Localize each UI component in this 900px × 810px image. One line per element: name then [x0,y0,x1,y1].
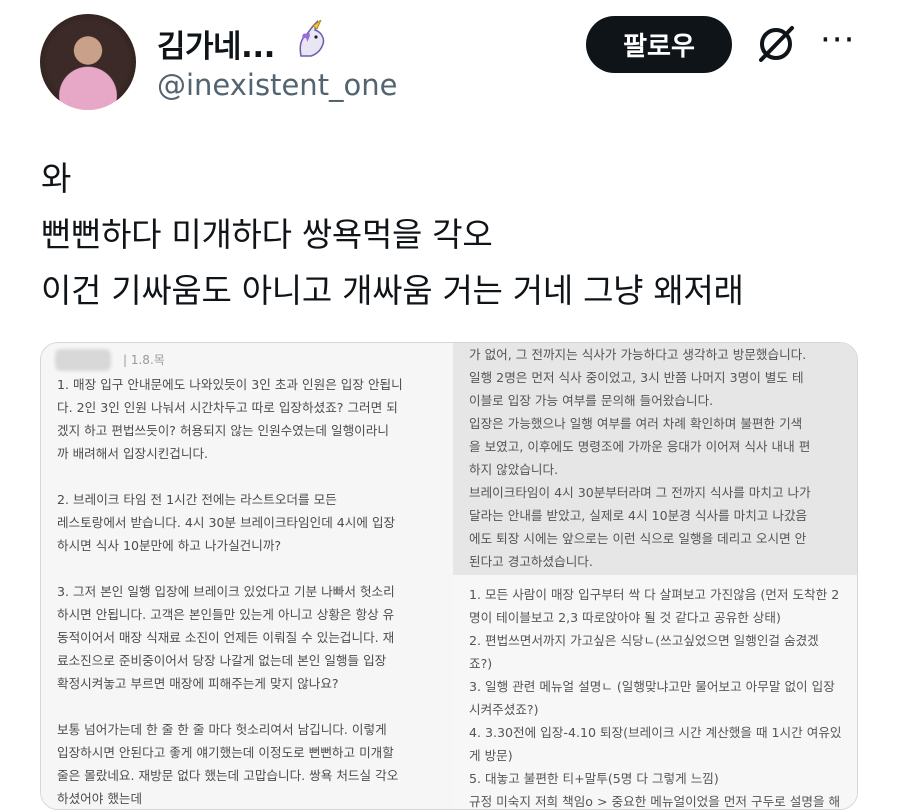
left-text-line-12: 동적이어서 매장 식재료 소진이 언제든 이뤄질 수 있는겁니다. 재 [57,630,395,645]
left-text-line-4: 까 배려해서 입장시킨겁니다. [57,446,209,461]
left-text-line-16: 보통 넘어가는데 한 줄 한 줄 마다 헛소리여서 남깁니다. 이렇게 [57,722,387,737]
image-right-top: 가 없어, 그 전까지는 식사가 가능하다고 생각하고 방문했습니다. 일행 2명… [453,343,857,575]
grok-icon[interactable] [752,20,800,68]
right-top-line-5: 을 보였고, 이후에도 명령조에 가까운 응대가 이어져 식사 내내 편 [469,439,811,454]
image-right-bottom: 1. 모든 사람이 매장 입구부터 싹 다 살펴보고 가진않음 (먼저 도착한 … [453,575,857,809]
review-meta: | 1.8.목 [123,353,165,367]
tweet-text-line-3: 이건 기싸움도 아니고 개싸움 거는 거네 그냥 왜저래 [41,271,744,310]
tweet-text-line-1: 와 [41,159,72,198]
tweet-text-line-2: 뻔뻔하다 미개하다 쌍욕먹을 각오 [41,215,493,254]
left-text-line-8: 하시면 식사 10분만에 하고 나가실건니까? [57,538,282,553]
left-text-line-11: 하시면 안됩니다. 고객은 본인들만 있는게 아니고 상황은 항상 유 [57,607,395,622]
right-top-line-3: 이블로 입장 가능 여부를 문의해 들어왔습니다. [469,393,714,408]
left-text-line-13: 료소진으로 준비중이어서 당장 나갈게 없는데 본인 일행들 입장 [57,653,387,668]
right-top-line-2: 일행 2명은 먼저 식사 중이었고, 3시 반쯤 나머지 3명이 별도 테 [469,370,804,385]
avatar[interactable] [40,14,136,110]
right-bottom-line-4: 죠?) [469,656,493,671]
right-top-line-6: 하지 않았습니다. [469,462,559,477]
right-bottom-line-3: 2. 편법쓰면서까지 가고싶은 식당ㄴ(쓰고싶었으면 일행인걸 숨겼겠 [469,633,819,648]
right-top-line-1: 가 없어, 그 전까지는 식사가 가능하다고 생각하고 방문했습니다. [469,347,807,362]
follow-button[interactable]: 팔로우 [586,16,732,73]
left-text-line-7: 레스토랑에서 받습니다. 4시 30분 브레이크타임인데 4시에 입장 [57,515,396,530]
right-bottom-line-6: 시켜주셨죠?) [469,702,539,717]
user-handle[interactable]: @inexistent_one [157,68,398,102]
right-top-line-10: 된다고 경고하셨습니다. [469,554,593,569]
left-text-line-18: 줄은 몰랐네요. 재방문 없다 했는데 고맙습니다. 쌍욕 처드실 각오 [57,768,399,783]
right-top-line-7: 브레이크타임이 4시 30분부터라며 그 전까지 식사를 마치고 나가 [469,485,811,500]
right-bottom-line-5: 3. 일행 관련 메뉴얼 설명ㄴ (일행맞냐고만 물어보고 아무말 없이 입장 [469,679,835,694]
right-bottom-line-8: 게 방문) [469,748,513,763]
right-bottom-line-1: 1. 모든 사람이 매장 입구부터 싹 다 살펴보고 가진않음 (먼저 도착한 … [469,587,840,602]
right-bottom-line-2: 명이 테이블보고 2,3 따로앉아야 될 것 같다고 공유한 상태) [469,610,781,625]
right-top-line-9: 에도 퇴장 시에는 앞으로는 이런 식으로 일행을 데리고 오시면 안 [469,531,807,546]
left-text-line-2: 다. 2인 3인 인원 나눠서 시간차두고 따로 입장하셨죠? 그러면 되 [57,400,398,415]
right-top-line-4: 입장은 가능했으나 일행 여부를 여러 차례 확인하며 불편한 기색 [469,416,803,431]
image-right-panel: 가 없어, 그 전까지는 식사가 가능하다고 생각하고 방문했습니다. 일행 2명… [453,343,857,809]
blurred-username [55,349,111,371]
right-bottom-line-9: 5. 대놓고 불편한 티+말투(5명 다 그렇게 느낌) [469,771,719,786]
left-text-line-19: 하셨어야 했는데 [57,791,143,806]
unicorn-icon [291,18,331,68]
left-text-line-3: 겠지 하고 편법쓰듯이? 허용되지 않는 인원수였는데 일행이라니 [57,423,389,438]
left-text-line-17: 입장하시면 안된다고 좋게 얘기했는데 이정도로 뻔뻔하고 미개할 [57,745,394,760]
right-bottom-line-10: 규정 미숙지 저희 책임o > 중요한 메뉴얼이었을 먼저 구두로 설명을 해 [469,794,841,809]
left-text-line-1: 1. 매장 입구 안내문에도 나와있듯이 3인 초과 인원은 입장 안됩니 [57,377,403,392]
right-bottom-line-7: 4. 3.30전에 입장-4.10 퇴장(브레이크 시간 계산했을 때 1시간 … [469,725,842,740]
left-text-line-10: 3. 그저 본인 일행 입장에 브레이크 있었다고 기분 나빠서 헛소리 [57,584,395,599]
display-name[interactable]: 김가네... [157,18,331,68]
right-top-line-8: 달라는 안내를 받았고, 실제로 4시 10분경 식사를 마치고 나갔음 [469,508,808,523]
display-name-text: 김가네... [157,29,275,65]
tweet-image[interactable]: | 1.8.목 1. 매장 입구 안내문에도 나와있듯이 3인 초과 인원은 입… [40,342,858,810]
more-icon[interactable]: ··· [820,23,860,58]
left-text-line-6: 2. 브레이크 타임 전 1시간 전에는 라스트오더를 모든 [57,492,337,507]
image-left-panel: | 1.8.목 1. 매장 입구 안내문에도 나와있듯이 3인 초과 인원은 입… [41,343,453,809]
left-text-line-14: 확정시켜놓고 부르면 매장에 피해주는게 맞지 않나요? [57,676,339,691]
